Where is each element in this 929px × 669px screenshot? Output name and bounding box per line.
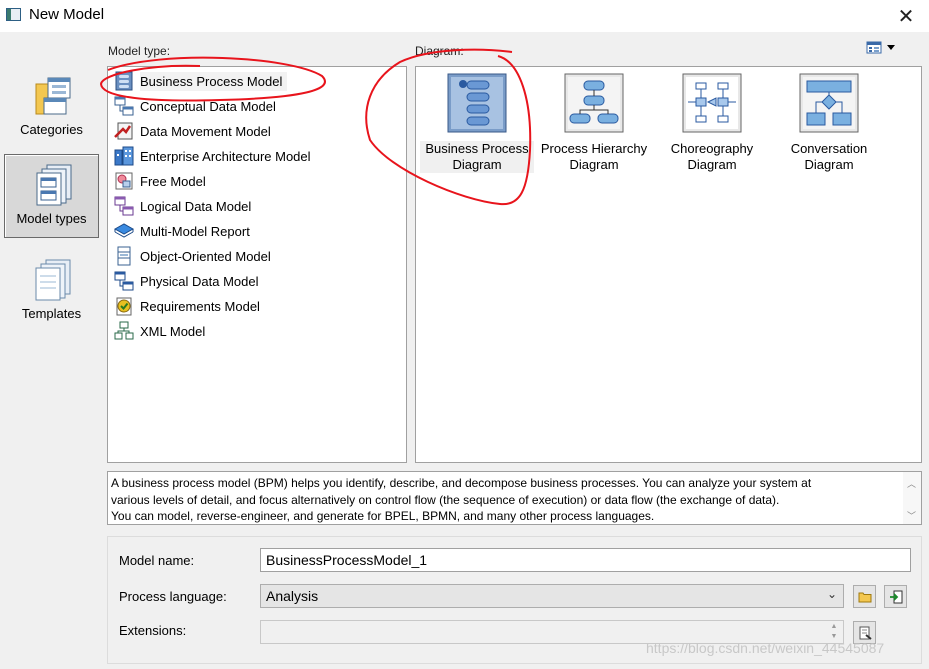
model-type-object-oriented-model[interactable]: Object-Oriented Model (114, 245, 271, 267)
free-model-icon (114, 171, 134, 191)
browse-folder-button[interactable] (853, 585, 876, 608)
conceptual-data-model-icon (114, 96, 134, 116)
model-description: A business process model (BPM) helps you… (107, 471, 922, 525)
import-button[interactable] (884, 585, 907, 608)
nav-label-templates: Templates (21, 306, 82, 321)
diagram-label-line2: Diagram (452, 157, 502, 172)
model-type-label: Model type: (108, 44, 171, 58)
diagram-label-line1: Process Hierarchy (540, 141, 648, 156)
object-oriented-model-icon (114, 246, 134, 266)
model-type-data-movement-model[interactable]: Data Movement Model (114, 120, 271, 142)
model-type-logical-data-model[interactable]: Logical Data Model (114, 195, 251, 217)
scroll-down-icon[interactable]: ﹀ (907, 508, 916, 524)
model-type-label-text: Data Movement Model (140, 123, 271, 139)
model-type-label-text: XML Model (140, 323, 206, 339)
model-type-label-text: Object-Oriented Model (140, 248, 271, 264)
physical-data-model-icon (114, 271, 134, 291)
watermark-text: https://blog.csdn.net/weixin_44545087 (646, 640, 885, 656)
view-mode-button[interactable] (866, 40, 898, 56)
diagram-label-line1: Business Process (425, 141, 529, 156)
model-type-label-text: Free Model (140, 173, 206, 189)
model-type-free-model[interactable]: Free Model (114, 170, 206, 192)
conversation-diagram-icon (799, 73, 859, 133)
model-type-business-process-model[interactable]: Business Process Model (114, 70, 288, 92)
categories-icon (34, 74, 74, 118)
business-process-diagram-icon (447, 73, 507, 133)
diagram-choreography[interactable]: Choreography Diagram (655, 71, 769, 173)
nav-templates[interactable]: Templates (4, 250, 99, 334)
diagram-label-line2: Diagram (569, 157, 619, 172)
enterprise-architecture-model-icon (114, 146, 134, 166)
xml-model-icon (114, 321, 134, 341)
requirements-model-icon (114, 296, 134, 316)
model-type-list[interactable]: Business Process Model Conceptual Data M… (107, 66, 407, 463)
description-scrollbar[interactable]: ︿ ﹀ (903, 472, 921, 524)
extensions-spinner[interactable]: ▲ ▼ (827, 622, 841, 642)
scroll-up-icon[interactable]: ︿ (907, 476, 916, 493)
nav-label-categories: Categories (20, 122, 83, 137)
model-type-requirements-model[interactable]: Requirements Model (114, 295, 260, 317)
model-type-label-text: Requirements Model (140, 298, 260, 314)
templates-icon (34, 258, 74, 302)
nav-label-model-types: Model types (16, 211, 87, 226)
diagram-process-hierarchy[interactable]: Process Hierarchy Diagram (537, 71, 651, 173)
diagram-business-process[interactable]: Business Process Diagram (420, 71, 534, 173)
process-language-select[interactable]: Analysis ⌄ (260, 584, 844, 608)
model-types-icon (35, 163, 75, 207)
view-list-icon (866, 41, 895, 54)
business-process-model-icon (114, 71, 134, 91)
model-type-label-text: Physical Data Model (140, 273, 259, 289)
model-type-label-text: Logical Data Model (140, 198, 252, 214)
model-name-label: Model name: (119, 553, 195, 568)
diagram-list[interactable]: Business Process Diagram Process Hierarc… (415, 66, 922, 463)
chevron-down-icon: ⌄ (826, 587, 837, 601)
nav-categories[interactable]: Categories (4, 66, 99, 150)
import-icon (889, 590, 902, 603)
diagram-label-line2: Diagram (804, 157, 854, 172)
diagram-label-line2: Diagram (687, 157, 737, 172)
diagram-conversation[interactable]: Conversation Diagram (772, 71, 886, 173)
description-line-2: various levels of detail, and focus alte… (111, 492, 780, 507)
diagram-label-line1: Conversation (790, 141, 868, 156)
model-type-label-text: Enterprise Architecture Model (140, 148, 311, 164)
model-type-enterprise-architecture-model[interactable]: Enterprise Architecture Model (114, 145, 311, 167)
model-type-label-text: Conceptual Data Model (140, 98, 276, 114)
nav-model-types[interactable]: Model types (4, 154, 99, 238)
model-type-label-text: Multi-Model Report (140, 223, 250, 239)
model-type-xml-model[interactable]: XML Model (114, 320, 205, 342)
diagram-label-line1: Choreography (670, 141, 754, 156)
window-title: New Model (29, 6, 105, 23)
description-line-3: You can model, reverse-engineer, and gen… (111, 509, 655, 523)
process-language-value: Analysis (266, 588, 319, 604)
folder-icon (858, 592, 871, 602)
left-navigation: Categories Model types Templates (0, 32, 104, 669)
description-line-1: A business process model (BPM) helps you… (111, 476, 812, 490)
model-type-physical-data-model[interactable]: Physical Data Model (114, 270, 259, 292)
model-name-input[interactable]: BusinessProcessModel_1 (260, 548, 911, 572)
process-language-label: Process language: (119, 589, 227, 604)
model-type-multi-model-report[interactable]: Multi-Model Report (114, 220, 250, 242)
spin-up-icon[interactable]: ▲ (827, 622, 841, 632)
logical-data-model-icon (114, 196, 134, 216)
title-bar: New Model ✕ (0, 0, 929, 32)
model-type-label-text: Business Process Model (140, 71, 288, 91)
process-hierarchy-diagram-icon (564, 73, 624, 133)
select-extensions-icon (859, 626, 872, 640)
close-button[interactable]: ✕ (883, 0, 929, 32)
choreography-diagram-icon (682, 73, 742, 133)
diagram-label: Diagram: (415, 44, 464, 58)
data-movement-model-icon (114, 121, 134, 141)
extensions-label: Extensions: (119, 623, 187, 638)
app-icon (6, 8, 21, 21)
model-type-conceptual-data-model[interactable]: Conceptual Data Model (114, 95, 276, 117)
multi-model-report-icon (114, 221, 134, 241)
